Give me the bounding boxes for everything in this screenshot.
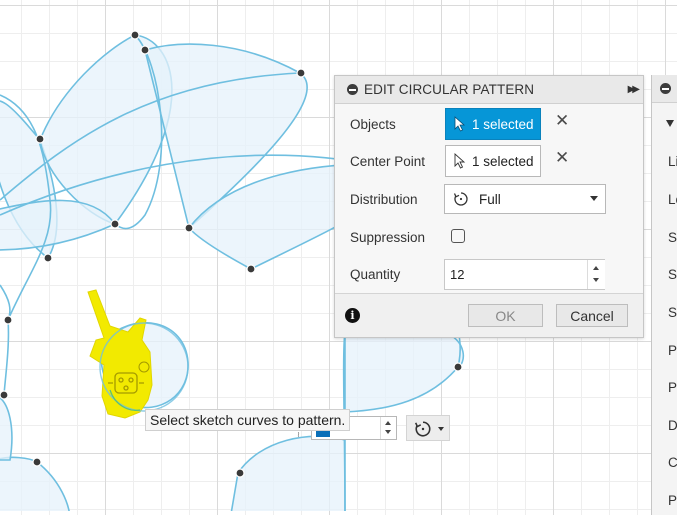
spin-up-icon[interactable] xyxy=(593,266,599,270)
dialog-footer: i OK Cancel xyxy=(335,293,643,337)
ok-button[interactable]: OK xyxy=(468,304,543,327)
objects-value: 1 selected xyxy=(472,116,534,132)
chevron-down-icon xyxy=(438,427,444,431)
distribution-row: Distribution Full xyxy=(335,182,643,216)
cursor-arrow-icon xyxy=(454,116,466,132)
panel-item[interactable]: Po xyxy=(668,380,677,395)
panel-item[interactable]: Di xyxy=(668,418,677,433)
panel-item[interactable]: Pr xyxy=(668,343,677,358)
dialog-header[interactable]: EDIT CIRCULAR PATTERN ▶▶ xyxy=(335,76,643,104)
panel-item[interactable]: Li xyxy=(668,154,677,169)
clear-center-point-close-icon[interactable]: ✕ xyxy=(555,149,569,166)
selected-text-highlight xyxy=(316,431,330,437)
panel-item[interactable]: Pr xyxy=(668,493,677,508)
suppression-label: Suppression xyxy=(350,230,426,245)
suppression-row: Suppression xyxy=(335,220,643,254)
chevron-down-icon xyxy=(590,196,598,201)
spin-down-icon[interactable] xyxy=(385,430,391,434)
edit-circular-pattern-dialog: EDIT CIRCULAR PATTERN ▶▶ Objects 1 selec… xyxy=(334,75,644,338)
quantity-label: Quantity xyxy=(350,267,401,282)
quantity-stepper[interactable] xyxy=(444,259,605,290)
quantity-spin-buttons[interactable] xyxy=(587,260,605,289)
cursor-arrow-icon xyxy=(454,153,466,169)
expand-caret-icon[interactable] xyxy=(666,120,674,127)
full-circle-arrow-icon xyxy=(453,192,468,206)
distribution-label: Distribution xyxy=(350,192,418,207)
sketch-profile[interactable] xyxy=(0,395,13,461)
distribution-value: Full xyxy=(479,191,501,207)
full-circle-arrow-icon xyxy=(414,421,431,437)
panel-item[interactable]: Sh xyxy=(668,305,677,320)
double-chevron-right-icon[interactable]: ▶▶ xyxy=(628,84,641,95)
suppression-checkbox[interactable] xyxy=(451,229,465,243)
browser-panel: Li Lo Sh Sn Sh Pr Po Di Co Pr xyxy=(651,75,677,515)
collapse-minus-icon[interactable] xyxy=(660,83,671,94)
collapse-minus-icon[interactable] xyxy=(347,84,358,95)
panel-item[interactable]: Sh xyxy=(668,230,677,245)
center-point-value: 1 selected xyxy=(472,153,534,169)
spin-down-icon[interactable] xyxy=(593,278,599,282)
floating-spin-buttons[interactable] xyxy=(380,417,396,439)
center-point-select-button[interactable]: 1 selected xyxy=(445,145,541,177)
objects-row: Objects 1 selected ✕ xyxy=(335,107,643,141)
center-point-row: Center Point 1 selected ✕ xyxy=(335,144,643,178)
panel-item[interactable]: Sn xyxy=(668,267,677,282)
dialog-title: EDIT CIRCULAR PATTERN xyxy=(364,82,535,97)
info-icon[interactable]: i xyxy=(345,308,360,323)
objects-label: Objects xyxy=(350,117,396,132)
center-point-label: Center Point xyxy=(350,154,426,169)
floating-distribution-dropdown[interactable] xyxy=(406,415,450,441)
sketch-profile[interactable] xyxy=(230,435,346,511)
tooltip: Select sketch curves to pattern. xyxy=(145,409,351,431)
quantity-row: Quantity xyxy=(335,257,643,291)
objects-select-button[interactable]: 1 selected xyxy=(445,108,541,140)
small-marker-icon: ≀ xyxy=(297,430,300,439)
spin-up-icon[interactable] xyxy=(385,421,391,425)
cancel-button[interactable]: Cancel xyxy=(556,304,628,327)
panel-item[interactable]: Lo xyxy=(668,192,677,207)
distribution-dropdown[interactable]: Full xyxy=(444,184,606,214)
clear-objects-close-icon[interactable]: ✕ xyxy=(555,112,569,129)
panel-item[interactable]: Co xyxy=(668,455,677,470)
sketch-profile[interactable] xyxy=(344,329,465,413)
browser-panel-header[interactable] xyxy=(652,75,677,103)
